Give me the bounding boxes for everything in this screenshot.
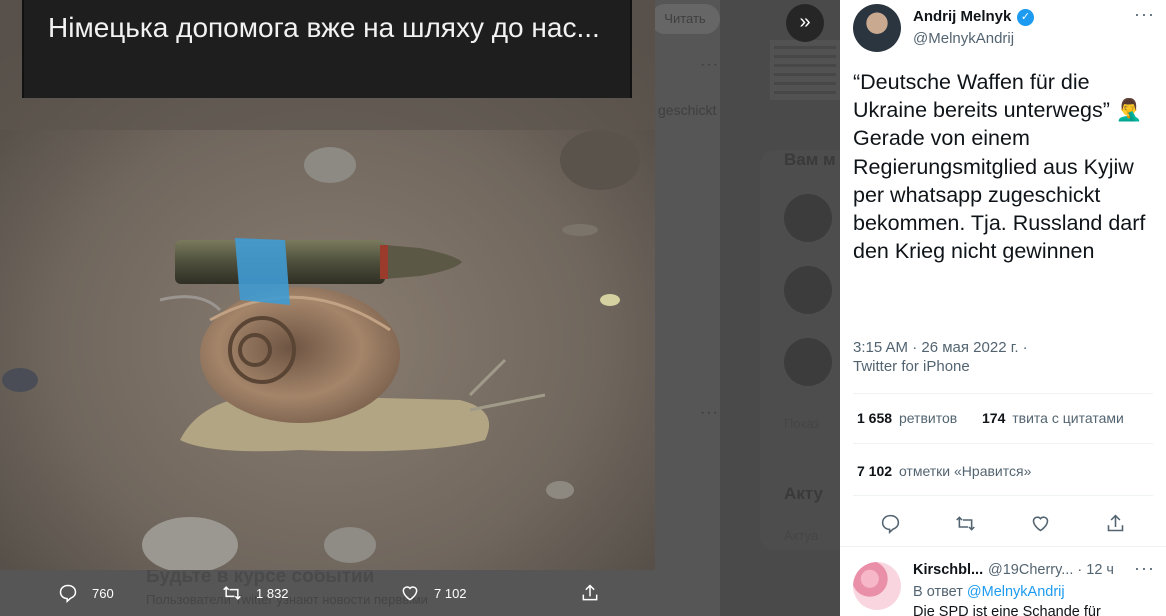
likes-label: отметки «Нравится»	[898, 463, 1032, 479]
reply-author-handle[interactable]: @19Cherry...	[988, 562, 1073, 578]
verified-badge-icon: ✓	[1017, 9, 1034, 26]
heart-icon	[402, 586, 418, 601]
tweet-action-bar	[853, 508, 1153, 538]
like-button[interactable]	[1025, 508, 1055, 538]
background-trends-heading: Акту	[784, 484, 823, 503]
quotes-stat[interactable]: 174 твита с цитатами	[982, 410, 1124, 426]
reply-context-prefix: В ответ	[913, 584, 963, 600]
background-avatar-2	[784, 266, 832, 314]
tweet-panel: Andrij Melnyk ✓ @MelnykAndrij ··· “Deuts…	[840, 0, 1166, 616]
reply-time[interactable]: · 12 ч	[1077, 562, 1114, 578]
retweet-icon	[955, 515, 975, 531]
media-reply-button[interactable]: 760	[58, 570, 114, 616]
background-read-button: Читать	[650, 4, 720, 34]
background-more-icon-2: ···	[700, 404, 719, 421]
background-trends-item: Актуа	[784, 528, 819, 543]
retweets-stat[interactable]: 1 658 ретвитов	[857, 410, 957, 426]
reply-author-avatar[interactable]	[853, 562, 901, 610]
quotes-label: твита с цитатами	[1012, 410, 1124, 426]
media-retweet-button[interactable]: 1 832	[222, 570, 289, 616]
background-news-thumb	[770, 40, 840, 100]
likes-stat[interactable]: 7 102 отметки «Нравится»	[857, 463, 1031, 479]
reply-icon	[881, 514, 899, 534]
retweets-label: ретвитов	[898, 410, 958, 426]
tweet-timestamp[interactable]: 3:15 AM · 26 мая 2022 г. ·	[853, 338, 1028, 358]
media-retweet-count: 1 832	[256, 585, 289, 601]
share-icon	[582, 584, 598, 601]
reply-context-handle[interactable]: @MelnykAndrij	[967, 584, 1065, 600]
reply-button[interactable]	[875, 508, 905, 538]
more-options-icon[interactable]: ···	[1134, 4, 1155, 25]
reply-icon	[59, 584, 77, 603]
author-name[interactable]: Andrij Melnyk	[913, 8, 1011, 25]
media-caption-text: Німецька допомога вже на шляху до нас...	[48, 12, 600, 43]
reply-author-name[interactable]: Kirschbl...	[913, 562, 983, 578]
media-reply-count: 760	[92, 585, 114, 601]
media-like-button[interactable]: 7 102	[400, 570, 467, 616]
media-action-bar: 760 1 832 7 102	[0, 570, 655, 616]
divider	[853, 393, 1153, 394]
media-image[interactable]: Німецька допомога вже на шляху до нас...	[0, 0, 655, 570]
background-avatar-1	[784, 194, 832, 242]
reply-meta: @19Cherry... · 12 ч	[988, 562, 1114, 578]
author-handle[interactable]: @MelnykAndrij	[913, 30, 1014, 47]
media-share-button[interactable]	[580, 570, 614, 616]
reply-more-options-icon[interactable]: ···	[1134, 558, 1155, 579]
tweet-source[interactable]: Twitter for iPhone	[853, 358, 970, 375]
likes-value: 7 102	[857, 463, 893, 479]
quotes-value: 174	[982, 410, 1006, 426]
media-caption-bar: Німецька допомога вже на шляху до нас...	[22, 0, 632, 98]
retweets-value: 1 658	[857, 410, 893, 426]
double-chevron-right-icon: »	[799, 11, 811, 33]
retweet-icon	[223, 586, 241, 600]
tweet-text: “Deutsche Waffen für die Ukraine bereits…	[853, 70, 1146, 264]
reply-text: Die SPD ist eine Schande für	[913, 604, 1101, 616]
background-fragment: geschickt	[658, 102, 717, 118]
divider	[853, 443, 1153, 444]
divider	[853, 495, 1153, 496]
background-who-to-follow-heading: Вам м	[784, 150, 836, 169]
collapse-panel-button[interactable]: »	[786, 4, 824, 42]
media-like-count: 7 102	[434, 585, 467, 601]
background-more-icon: ···	[700, 56, 719, 73]
reply-context: В ответ @MelnykAndrij	[913, 584, 1065, 600]
author-avatar[interactable]	[853, 4, 901, 52]
divider	[840, 546, 1166, 547]
share-button[interactable]	[1100, 508, 1130, 538]
share-icon	[1107, 514, 1123, 531]
heart-icon	[1032, 515, 1048, 531]
background-show-more: Показ	[784, 416, 820, 431]
retweet-button[interactable]	[950, 508, 980, 538]
background-avatar-3	[784, 338, 832, 386]
